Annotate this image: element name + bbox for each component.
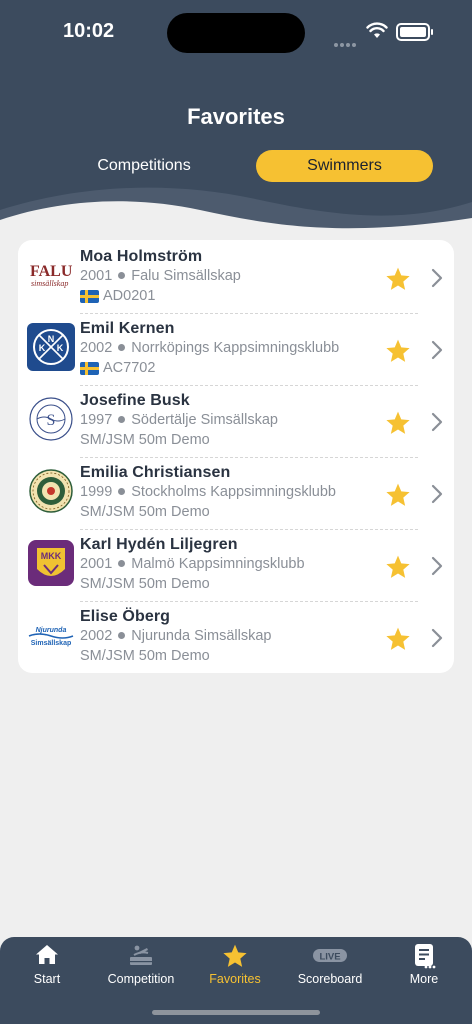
- chevron-right-icon: [431, 556, 443, 576]
- swimmer-event: SM/JSM 50m Demo: [80, 648, 210, 664]
- competition-icon: [130, 945, 152, 965]
- tab-scoreboard[interactable]: LIVE Scoreboard: [283, 937, 377, 997]
- list-item[interactable]: FALU simsällskap Moa Holmström 2001 Falu …: [18, 242, 454, 314]
- status-time: 10:02: [63, 20, 115, 42]
- list-item[interactable]: N K K Emil Kernen 2002 Norrköpings Kappsi…: [18, 314, 454, 386]
- star-icon: [223, 944, 247, 967]
- swimmer-name: Elise Öberg: [80, 608, 171, 625]
- tab-competition[interactable]: Competition: [94, 937, 188, 997]
- swimmer-info: 2001 Malmö Kappsimningsklubb: [80, 556, 305, 572]
- swimmer-info: 2001 Falu Simsällskap: [80, 268, 241, 284]
- swimmer-name: Karl Hydén Liljegren: [80, 536, 238, 553]
- swimmer-name: Josefine Busk: [80, 392, 190, 409]
- dynamic-island: [167, 13, 305, 53]
- tab-competitions[interactable]: Competitions: [40, 150, 248, 182]
- list-item[interactable]: Njurunda Simsällskap Elise Öberg 2002 Nju…: [18, 602, 454, 674]
- tab-start[interactable]: Start: [0, 937, 94, 997]
- chevron-right-icon: [431, 268, 443, 288]
- svg-text:N: N: [48, 334, 55, 344]
- battery-icon: [396, 23, 433, 41]
- tab-favorites[interactable]: Favorites: [188, 937, 282, 997]
- swimmer-info: 1999 Stockholms Kappsimningsklubb: [80, 484, 336, 500]
- sweden-flag-icon: [80, 361, 99, 375]
- svg-text:Simsällskap: Simsällskap: [31, 640, 71, 647]
- list-item[interactable]: Emilia Christiansen 1999 Stockholms Kapps…: [18, 458, 454, 530]
- swimmer-info: 2002 Norrköpings Kappsimningsklubb: [80, 340, 340, 356]
- home-icon: [36, 945, 58, 964]
- list-item[interactable]: MKK Karl Hydén Liljegren 2001 Malmö Kapps…: [18, 530, 454, 602]
- sodertalje-logo: S: [26, 394, 76, 444]
- favorite-star-icon[interactable]: [385, 554, 411, 580]
- swimmer-name: Moa Holmström: [80, 248, 203, 265]
- wifi-icon: [366, 22, 388, 38]
- chevron-right-icon: [431, 484, 443, 504]
- swimmer-event: SM/JSM 50m Demo: [80, 504, 210, 520]
- swimmer-name: Emilia Christiansen: [80, 464, 231, 481]
- svg-text:K: K: [39, 343, 46, 353]
- page-title: Favorites: [187, 104, 285, 129]
- header-wave: [0, 187, 472, 235]
- sweden-flag-icon: [80, 289, 99, 303]
- chevron-right-icon: [431, 412, 443, 432]
- cellular-icon: [334, 34, 358, 47]
- svg-text:MKK: MKK: [41, 551, 62, 561]
- swimmer-info: 1997 Södertälje Simsällskap: [80, 412, 278, 428]
- favorite-star-icon[interactable]: [385, 482, 411, 508]
- chevron-right-icon: [431, 628, 443, 648]
- swimmer-event: SM/JSM 50m Demo: [80, 432, 210, 448]
- svg-text:simsällskap: simsällskap: [31, 279, 68, 288]
- swimmer-license: AD0201: [80, 288, 155, 304]
- svg-text:Njurunda: Njurunda: [36, 627, 67, 634]
- swimmer-event: SM/JSM 50m Demo: [80, 576, 210, 592]
- swimmer-license: AC7702: [80, 360, 155, 376]
- favorites-list: FALU simsällskap Moa Holmström 2001 Falu …: [18, 240, 454, 673]
- njurunda-logo: Njurunda Simsällskap: [26, 610, 76, 660]
- home-indicator: [152, 1010, 320, 1015]
- more-icon: [415, 944, 436, 969]
- svg-text:K: K: [57, 343, 64, 353]
- live-icon: LIVE: [313, 949, 347, 963]
- nkk-logo: N K K: [26, 322, 76, 372]
- favorite-star-icon[interactable]: [385, 266, 411, 292]
- favorite-star-icon[interactable]: [385, 338, 411, 364]
- favorite-star-icon[interactable]: [385, 626, 411, 652]
- tab-swimmers[interactable]: Swimmers: [256, 150, 433, 182]
- tab-more[interactable]: More: [377, 937, 471, 997]
- mkk-logo: MKK: [26, 538, 76, 588]
- swimmer-name: Emil Kernen: [80, 320, 175, 337]
- list-item[interactable]: S Josefine Busk 1997 Södertälje Simsällsk…: [18, 386, 454, 458]
- svg-text:FALU: FALU: [30, 263, 73, 280]
- svg-text:S: S: [47, 412, 56, 429]
- stockholm-logo: [26, 466, 76, 516]
- favorite-star-icon[interactable]: [385, 410, 411, 436]
- svg-text:LIVE: LIVE: [319, 952, 340, 963]
- chevron-right-icon: [431, 340, 443, 360]
- falu-logo: FALU simsällskap: [26, 250, 76, 300]
- swimmer-info: 2002 Njurunda Simsällskap: [80, 628, 272, 644]
